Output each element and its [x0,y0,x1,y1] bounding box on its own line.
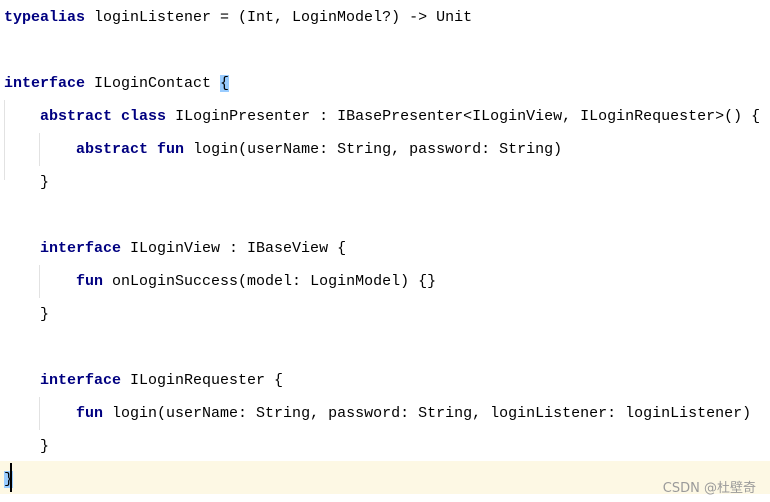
keyword-token: abstract [40,108,113,125]
keyword-token: class [121,108,167,125]
code-token: ILoginPresenter : IBasePresenter<ILoginV… [166,108,761,125]
keyword-token: fun [76,405,104,422]
code-token: login(userName: String, password: String… [103,405,752,422]
code-line[interactable]: fun onLoginSuccess(model: LoginModel) {} [4,265,436,298]
code-line[interactable]: abstract fun login(userName: String, pas… [4,133,562,166]
current-line-highlight [0,461,770,494]
text-caret [10,463,12,492]
watermark: CSDN @杜壁奇 [662,481,756,496]
code-line[interactable]: } [4,430,49,463]
code-token: } [4,174,50,191]
code-token: ILoginView : IBaseView { [121,240,347,257]
code-token: login(userName: String, password: String… [184,141,563,158]
code-line[interactable]: interface ILoginView : IBaseView { [4,232,346,265]
keyword-token: fun [76,273,104,290]
keyword-token: interface [4,75,86,92]
code-token: ILoginRequester { [121,372,284,389]
keyword-token: interface [40,372,122,389]
code-line[interactable]: } [4,298,49,331]
code-token: } [4,438,50,455]
code-token: loginListener = (Int, LoginModel?) -> Un… [85,9,473,26]
matched-brace: { [220,75,230,92]
keyword-token: fun [157,141,185,158]
code-line[interactable]: interface ILoginRequester { [4,364,283,397]
code-token: onLoginSuccess(model: LoginModel) {} [103,273,437,290]
code-token: ILoginContact [85,75,221,92]
code-line[interactable]: abstract class ILoginPresenter : IBasePr… [4,100,760,133]
code-line[interactable]: typealias loginListener = (Int, LoginMod… [4,1,472,34]
code-line[interactable]: } [4,166,49,199]
code-token: } [4,306,50,323]
code-line[interactable]: fun login(userName: String, password: St… [4,397,751,430]
code-line[interactable]: interface ILoginContact { [4,67,230,100]
keyword-token: interface [40,240,122,257]
keyword-token: abstract [76,141,149,158]
keyword-token: typealias [4,9,86,26]
